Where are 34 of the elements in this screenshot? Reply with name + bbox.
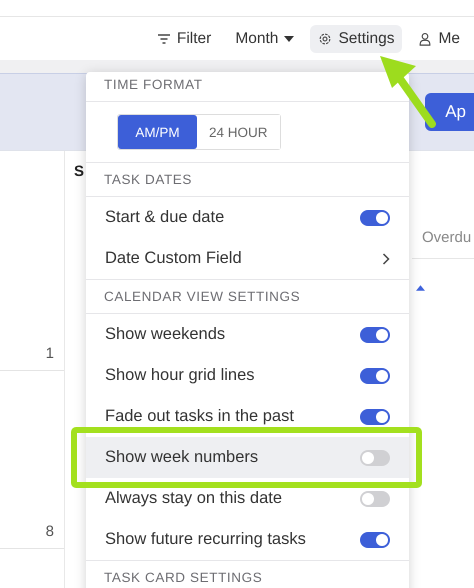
toolbar-button[interactable]: Month xyxy=(227,24,302,52)
chevron-right-icon xyxy=(382,252,390,264)
segment-button[interactable]: AM/PM xyxy=(118,115,197,149)
toggle-switch[interactable] xyxy=(360,408,390,424)
toolbar-button[interactable]: Filter xyxy=(148,24,220,52)
toggle-switch[interactable] xyxy=(360,490,390,506)
primary-button[interactable]: Ap xyxy=(425,93,474,131)
day-number: 8 xyxy=(46,523,54,540)
filter-icon xyxy=(156,32,171,46)
menu-item[interactable]: Fade out tasks in the past xyxy=(86,396,409,437)
person-icon xyxy=(418,32,432,46)
menu-item[interactable]: Show hour grid lines xyxy=(86,355,409,396)
settings-icon xyxy=(318,32,332,46)
overdue-label: Overdu xyxy=(412,229,474,259)
toggle-switch[interactable] xyxy=(360,210,390,226)
toolbar-button[interactable]: Settings xyxy=(310,24,402,52)
section-header: CALENDAR VIEW SETTINGS xyxy=(86,284,409,314)
day-number: 1 xyxy=(46,345,54,362)
toolbar-button[interactable]: Me xyxy=(410,24,468,52)
toggle-switch[interactable] xyxy=(360,368,390,384)
menu-item[interactable]: Date Custom Field xyxy=(86,238,409,279)
menu-item[interactable]: Show future recurring tasks xyxy=(86,519,409,560)
column-header: S xyxy=(74,163,84,182)
section-header: TASK CARD SETTINGS xyxy=(86,565,409,588)
menu-item[interactable]: Show weekends xyxy=(86,314,409,355)
menu-item[interactable]: Start & due date xyxy=(86,197,409,238)
menu-item[interactable]: Always stay on this date xyxy=(86,478,409,519)
section-header: TASK DATES xyxy=(86,167,409,197)
toggle-switch[interactable] xyxy=(360,450,390,466)
toggle-switch[interactable] xyxy=(360,326,390,342)
collapse-icon[interactable] xyxy=(416,285,425,291)
menu-item[interactable]: Show week numbers xyxy=(86,437,409,478)
toggle-switch[interactable] xyxy=(360,532,390,548)
caret-icon xyxy=(284,36,294,42)
